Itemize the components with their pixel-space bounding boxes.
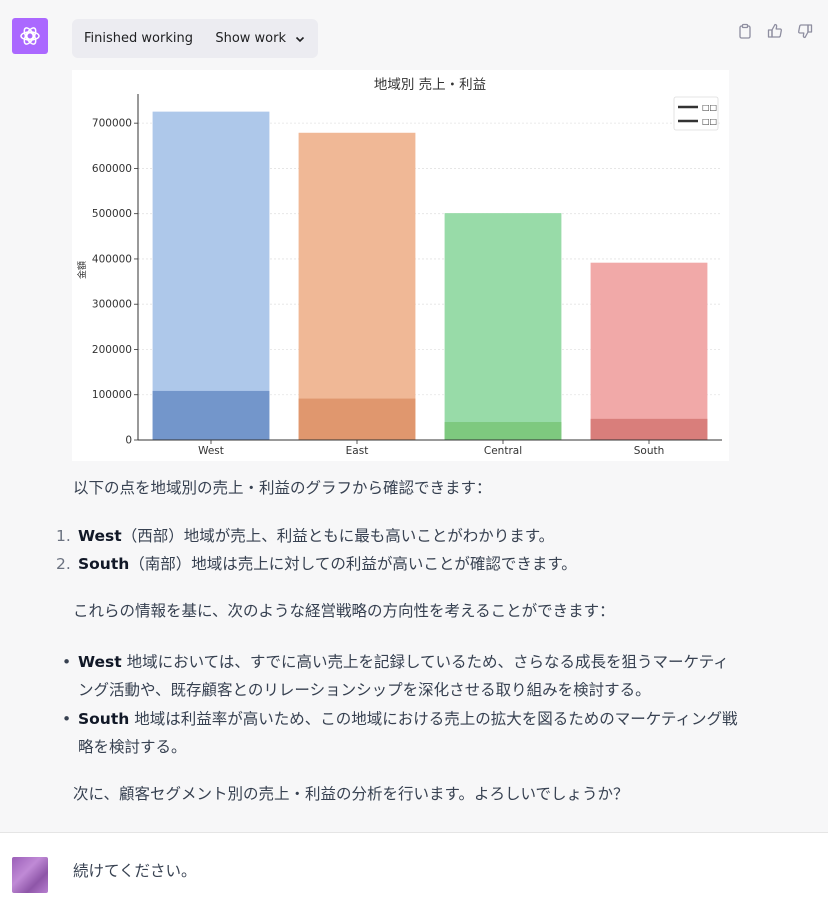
closing-text: 次に、顧客セグメント別の売上・利益の分析を行います。よろしいでしょうか？: [73, 785, 629, 803]
show-work-label: Show work: [215, 31, 286, 46]
y-tick-label: 400000: [92, 253, 132, 265]
y-tick-label: 200000: [92, 344, 132, 356]
clipboard-icon[interactable]: [736, 22, 754, 40]
bars: [152, 111, 708, 441]
legend-label: □□: [702, 117, 717, 126]
list-item: • South 地域は利益率が高いため、この地域における売上の拡大を図るためのマ…: [62, 705, 742, 761]
bar-profit: [590, 418, 708, 440]
chart-canvas: 地域別 売上・利益 金額 0 100000 200000 300000 400000 50…: [76, 77, 722, 457]
x-tick-label: South: [634, 445, 665, 457]
bar-profit: [444, 422, 562, 440]
assistant-message: Finished working Show work 地域別 売上・利益 金額 …: [0, 0, 828, 832]
legend-label: □□: [702, 103, 717, 112]
y-tick-label: 300000: [92, 299, 132, 311]
list-item: 2. South（南部）地域は売上に対しての利益が高いことが確認できます。: [56, 550, 577, 578]
list-item-text: （西部）地域が売上、利益ともに最も高いことがわかります。: [121, 527, 555, 545]
y-tick-label: 500000: [92, 208, 132, 220]
list-number: 2.: [56, 555, 71, 573]
intro-text: 以下の点を地域別の売上・利益のグラフから確認できます：: [73, 479, 492, 497]
bar-sales: [444, 213, 562, 440]
chart-legend: □□ □□: [673, 96, 719, 131]
list-item: • West 地域においては、すでに高い売上を記録しているため、さらなる成長を狙…: [62, 648, 742, 704]
list-item-bold: West: [78, 653, 122, 671]
bullet-dot: •: [62, 710, 72, 728]
list-item-bold: South: [78, 710, 130, 728]
list-item-bold: West: [78, 527, 122, 545]
y-tick-label: 700000: [92, 118, 132, 130]
chevron-down-icon: [295, 36, 305, 42]
list-item: 1. West（西部）地域が売上、利益ともに最も高いことがわかります。: [56, 522, 554, 550]
list-number: 1.: [56, 527, 71, 545]
list-item-bold: South: [78, 555, 130, 573]
bar-sales: [590, 262, 708, 440]
bar-sales: [152, 111, 270, 440]
region-sales-profit-chart: 地域別 売上・利益 金額 0 100000 200000 300000 400000 50…: [72, 70, 729, 461]
y-axis-label: 金額: [76, 261, 88, 279]
show-work-button[interactable]: Show work: [215, 31, 306, 46]
chart-title: 地域別 売上・利益: [374, 77, 486, 93]
finished-working-pill: Finished working Show work: [72, 19, 318, 58]
user-message: 続けてください。: [0, 832, 828, 912]
y-tick-label: 0: [125, 435, 132, 447]
x-tick-label: West: [198, 445, 224, 457]
strategy-intro-text: これらの情報を基に、次のような経営戦略の方向性を考えることができます：: [73, 602, 615, 620]
y-tick-label: 100000: [92, 389, 132, 401]
bar-sales: [298, 132, 416, 441]
y-tick-label: 600000: [92, 163, 132, 175]
openai-logo-icon: [12, 18, 48, 54]
list-item-text: （南部）地域は売上に対しての利益が高いことが確認できます。: [129, 555, 577, 573]
thumbs-up-icon[interactable]: [766, 22, 784, 40]
bullet-dot: •: [62, 653, 72, 671]
avatar: [12, 857, 48, 893]
work-status: Finished working: [84, 31, 193, 46]
x-tick-label: Central: [484, 445, 522, 457]
user-message-text: 続けてください。: [73, 862, 197, 880]
bar-profit: [298, 398, 416, 440]
list-item-text: 地域は利益率が高いため、この地域における売上の拡大を図るためのマーケティング戦略…: [78, 710, 738, 756]
thumbs-down-icon[interactable]: [796, 22, 814, 40]
x-tick-label: East: [346, 445, 369, 457]
list-item-text: 地域においては、すでに高い売上を記録しているため、さらなる成長を狙うマーケティン…: [78, 653, 729, 699]
message-actions: [736, 22, 814, 40]
bar-profit: [152, 390, 270, 440]
